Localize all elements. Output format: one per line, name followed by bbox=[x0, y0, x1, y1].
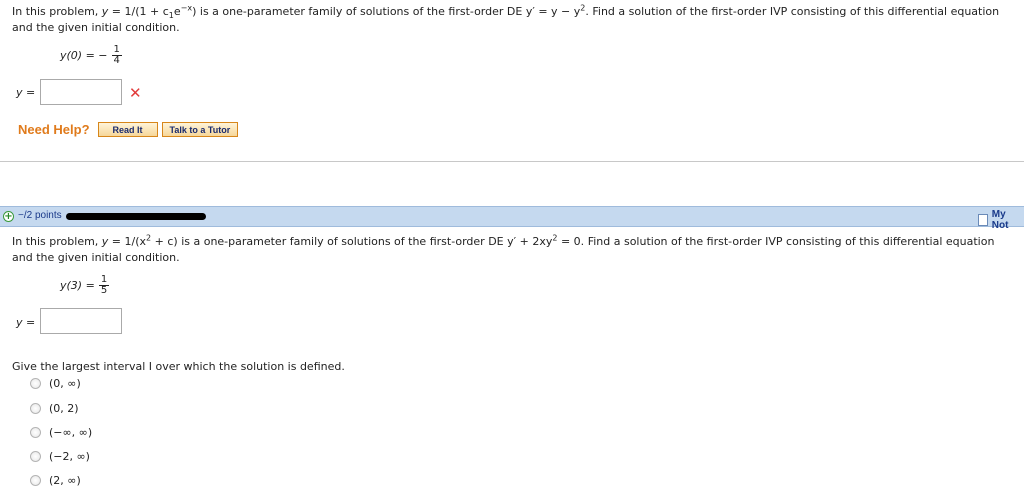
fraction-denominator: 4 bbox=[113, 55, 120, 66]
need-help-label: Need Help? bbox=[18, 122, 90, 137]
statement-text-mid: is a one-parameter family of solutions o… bbox=[181, 235, 504, 248]
problem-2-header: + −/2 points My Not bbox=[0, 206, 1024, 231]
de-end: = 0. bbox=[557, 235, 585, 248]
de-text: y′ = y − y bbox=[525, 5, 581, 18]
radio-button[interactable] bbox=[30, 378, 41, 389]
option-label: (−∞, ∞) bbox=[49, 426, 93, 439]
option-label: (0, ∞) bbox=[49, 377, 81, 390]
de-expression: y′ + 2xy2 = 0. bbox=[507, 234, 585, 248]
family-expression: y = 1/(x2 + c) bbox=[102, 234, 178, 248]
expand-plus-icon[interactable]: + bbox=[3, 211, 14, 222]
initial-condition-2: y(3) = 1 5 bbox=[60, 275, 110, 296]
my-notes-label: My Not bbox=[991, 209, 1009, 231]
condition-fraction: 1 4 bbox=[111, 45, 122, 66]
statement-text-end: Find a solution of the first-order IVP c… bbox=[587, 235, 995, 248]
statement-text: In this problem, bbox=[12, 5, 99, 18]
condition-lhs: y(0) = − bbox=[60, 49, 108, 62]
answer-label-2: y = bbox=[16, 316, 36, 329]
family-expression: y = 1/(1 + c1e−x) bbox=[102, 3, 197, 20]
problem-2-statement: In this problem, y = 1/(x2 + c) is a one… bbox=[12, 234, 1017, 266]
initial-condition: y(0) = − 1 4 bbox=[60, 45, 122, 66]
de-text: y′ + 2xy bbox=[507, 235, 553, 248]
family-close: + c) bbox=[151, 235, 178, 248]
family-rest: = 1/(x bbox=[108, 235, 147, 248]
need-help-row: Need Help? Read It Talk to a Tutor bbox=[18, 122, 242, 137]
statement-text-line2: and the given initial condition. bbox=[12, 21, 180, 34]
option-label: (2, ∞) bbox=[49, 474, 81, 487]
family-e: e bbox=[173, 5, 181, 18]
problem-1-statement: In this problem, y = 1/(1 + c1e−x) is a … bbox=[12, 4, 1017, 36]
de-expression: y′ = y − y2. bbox=[525, 4, 589, 18]
statement-text-mid: is a one-parameter family of solutions o… bbox=[199, 5, 523, 18]
incorrect-icon: ✕ bbox=[129, 84, 142, 102]
problem-1-section: In this problem, y = 1/(1 + c1e−x) is a … bbox=[0, 0, 1024, 162]
points-label: −/2 points bbox=[18, 210, 62, 221]
option-label: (−2, ∞) bbox=[49, 450, 90, 463]
answer-input-2[interactable] bbox=[40, 308, 122, 334]
statement-text-line2: and the given initial condition. bbox=[12, 251, 180, 264]
option-2[interactable]: (0, 2) bbox=[30, 402, 79, 415]
radio-button[interactable] bbox=[30, 403, 41, 414]
fraction-denominator: 5 bbox=[100, 285, 108, 296]
family-sup: −x bbox=[180, 3, 193, 13]
redacted-bar bbox=[66, 213, 206, 220]
statement-text-end: Find a solution of the first-order IVP c… bbox=[592, 5, 1000, 18]
read-it-button[interactable]: Read It bbox=[97, 122, 158, 137]
option-4[interactable]: (−2, ∞) bbox=[30, 450, 90, 463]
talk-to-tutor-button[interactable]: Talk to a Tutor bbox=[161, 122, 239, 137]
option-1[interactable]: (0, ∞) bbox=[30, 377, 81, 390]
note-icon bbox=[978, 214, 988, 226]
answer-input-1[interactable] bbox=[40, 79, 122, 105]
option-5[interactable]: (2, ∞) bbox=[30, 474, 81, 487]
condition-fraction: 1 5 bbox=[98, 275, 110, 296]
option-3[interactable]: (−∞, ∞) bbox=[30, 426, 92, 439]
radio-button[interactable] bbox=[30, 451, 41, 462]
interval-question: Give the largest interval I over which t… bbox=[12, 360, 345, 373]
de-end: . bbox=[585, 5, 589, 18]
family-rest: = 1/(1 + c bbox=[108, 5, 169, 18]
option-label: (0, 2) bbox=[49, 402, 79, 415]
statement-text: In this problem, bbox=[12, 235, 99, 248]
condition-lhs: y(3) = bbox=[60, 279, 95, 292]
radio-button[interactable] bbox=[30, 475, 41, 486]
answer-label: y = bbox=[16, 86, 36, 99]
my-notes-button[interactable]: My Not bbox=[978, 209, 1024, 231]
family-close: ) bbox=[192, 5, 197, 18]
radio-button[interactable] bbox=[30, 427, 41, 438]
